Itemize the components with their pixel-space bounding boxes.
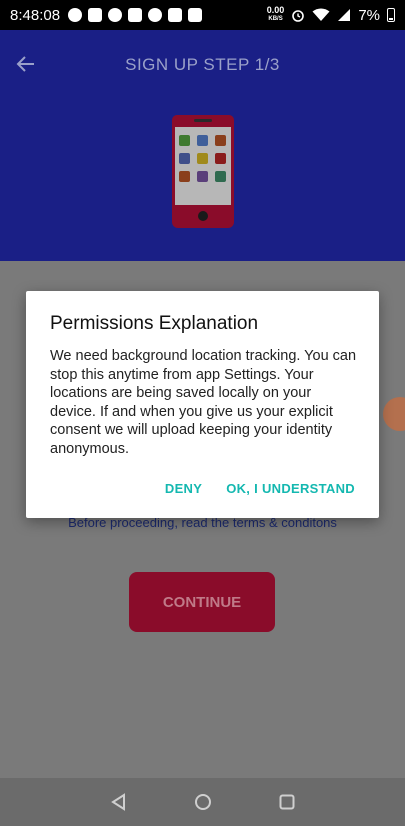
app-header: SIGN UP STEP 1/3 <box>0 30 405 261</box>
alert-icon <box>88 8 103 22</box>
video-icon <box>128 8 143 22</box>
wifi-icon <box>312 8 330 21</box>
deny-button[interactable]: DENY <box>165 481 202 496</box>
accept-button[interactable]: OK, I UNDERSTAND <box>226 481 355 496</box>
alarm-icon <box>292 10 305 22</box>
chat-icon <box>108 8 123 22</box>
continue-button[interactable]: CONTINUE <box>129 572 275 632</box>
gmail-icon <box>168 8 183 22</box>
system-nav-bar <box>0 778 405 826</box>
messenger-icon <box>148 8 163 22</box>
permissions-dialog: Permissions Explanation We need backgrou… <box>26 291 379 518</box>
network-speed: 0.00 KB/S <box>266 5 285 23</box>
recents-icon[interactable] <box>276 791 298 813</box>
signal-icon <box>338 9 351 21</box>
status-time: 8:48:08 <box>10 6 61 24</box>
battery-percent: 7% <box>358 6 380 24</box>
dialog-message: We need background location tracking. Yo… <box>50 348 357 457</box>
dialog-actions: DENY OK, I UNDERSTAND <box>165 481 355 496</box>
page-title: SIGN UP STEP 1/3 <box>125 55 280 74</box>
notification-icons <box>68 8 203 22</box>
home-icon[interactable] <box>192 791 214 813</box>
message-icon <box>68 8 83 22</box>
battery-icon <box>387 8 395 22</box>
system-icons: 0.00 KB/S 7% <box>267 6 395 24</box>
dialog-title: Permissions Explanation <box>50 313 259 334</box>
status-bar: 8:48:08 0.00 KB/S 7% <box>0 0 405 30</box>
translate-icon <box>188 8 203 22</box>
phone-apps-illustration <box>172 115 234 228</box>
back-icon[interactable] <box>108 791 130 813</box>
